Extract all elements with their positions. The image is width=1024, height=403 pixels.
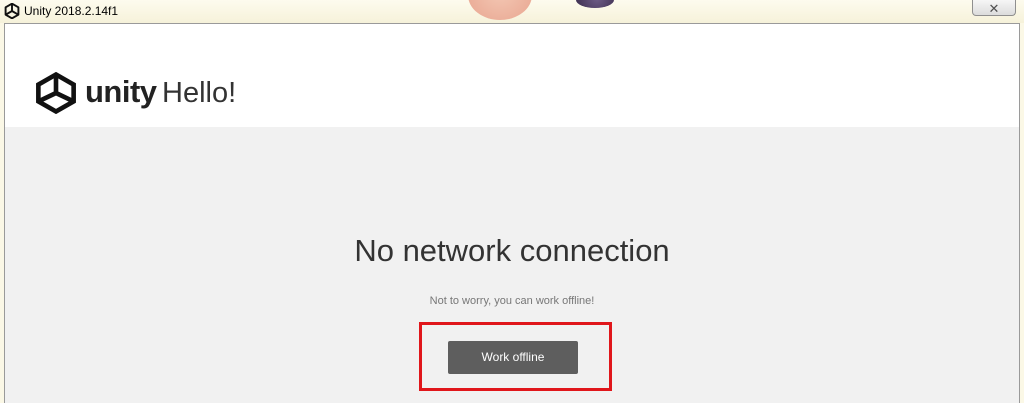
unity-window: Unity 2018.2.14f1 ✕ unity Hello! No netw… [0,0,1024,403]
unity-logo-icon [36,72,76,114]
close-icon: ✕ [988,2,1000,17]
no-connection-heading: No network connection [354,233,670,268]
hub-client-area: unity Hello! No network connection Not t… [4,23,1020,403]
unity-logo-icon [4,3,20,19]
greeting: Hello! [162,77,237,109]
header: unity Hello! [5,24,1019,127]
main-content: No network connection Not to worry, you … [5,127,1019,403]
close-button[interactable]: ✕ [972,0,1016,17]
unity-wordmark: unity [85,74,157,109]
title-bar: Unity 2018.2.14f1 ✕ [0,0,1024,23]
background-shape [576,0,614,8]
work-offline-button[interactable]: Work offline [448,341,578,374]
background-decoration [468,0,628,22]
background-shape [468,0,532,20]
window-title: Unity 2018.2.14f1 [24,4,119,18]
offline-message: Not to worry, you can work offline! [429,295,595,307]
